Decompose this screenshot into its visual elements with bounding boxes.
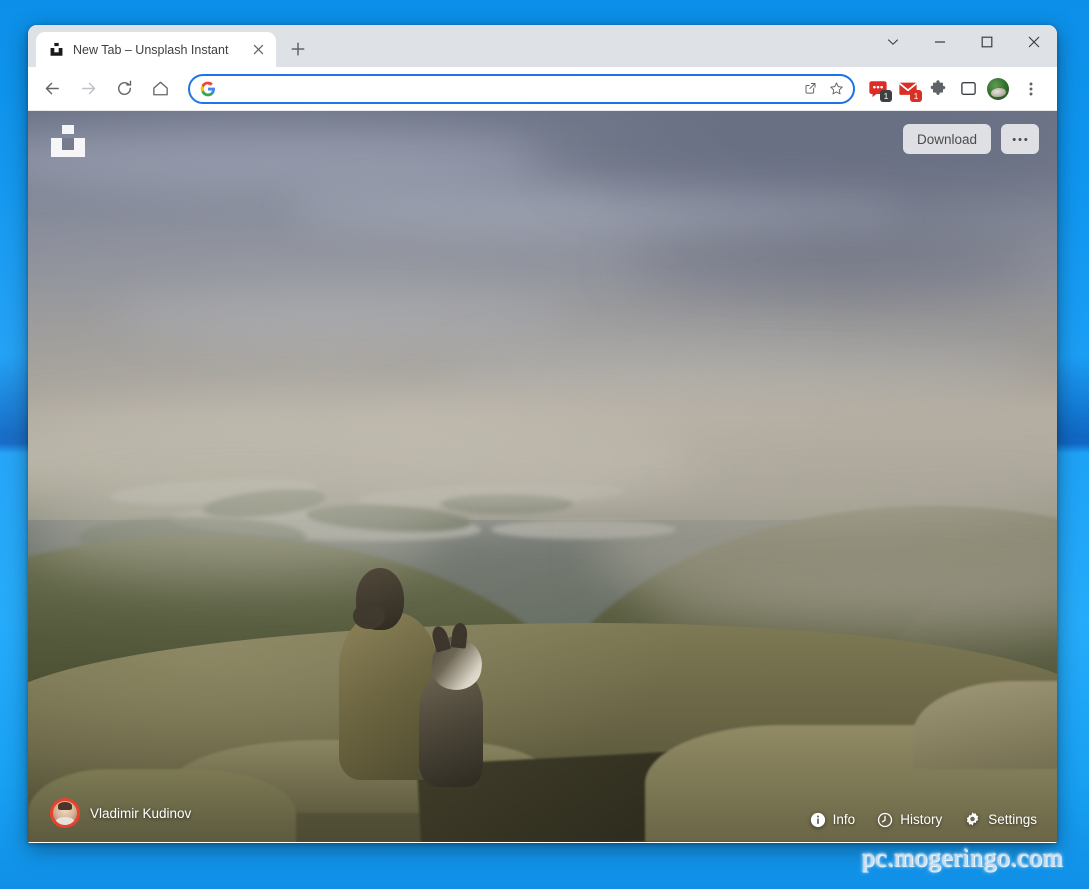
history-label: History (900, 812, 943, 827)
history-button[interactable]: History (877, 812, 942, 828)
profile-avatar[interactable] (984, 75, 1012, 103)
history-clock-icon (877, 812, 893, 828)
background-photo (28, 111, 1057, 842)
gmail-extension-badge: 1 (910, 89, 922, 102)
gmail-extension-icon[interactable]: 1 (894, 75, 922, 103)
maximize-button[interactable] (963, 25, 1010, 58)
photo-actions: Download (902, 124, 1039, 154)
forward-button[interactable] (72, 73, 104, 105)
tab-title: New Tab – Unsplash Instant (73, 42, 229, 57)
settings-label: Settings (988, 812, 1037, 827)
info-icon (810, 812, 826, 828)
back-button[interactable] (36, 73, 68, 105)
minimize-button[interactable] (916, 25, 963, 58)
download-button[interactable]: Download (902, 124, 991, 154)
chat-extension-icon[interactable]: 1 (864, 75, 892, 103)
reload-button[interactable] (108, 73, 140, 105)
tab-search-button[interactable] (869, 25, 916, 58)
tab-close-icon[interactable] (249, 41, 267, 59)
share-icon[interactable] (797, 76, 823, 102)
more-options-button[interactable] (1001, 124, 1039, 154)
desktop-background: pc.mogeringo.com New Tab – Unsplash Inst… (0, 0, 1089, 889)
photographer-credit[interactable]: Vladimir Kudinov (50, 798, 191, 828)
unsplash-instant-page: Download Vladimir Kudinov Info History S… (28, 111, 1057, 842)
bookmark-star-icon[interactable] (823, 76, 849, 102)
chrome-menu-button[interactable] (1015, 73, 1047, 105)
photographer-avatar (50, 798, 80, 828)
chat-extension-badge: 1 (880, 89, 892, 102)
chrome-browser-window: New Tab – Unsplash Instant 1 1 Download … (28, 25, 1057, 843)
photographer-name: Vladimir Kudinov (90, 805, 192, 821)
browser-tab[interactable]: New Tab – Unsplash Instant (36, 32, 276, 67)
settings-button[interactable]: Settings (964, 811, 1037, 828)
window-controls (869, 25, 1057, 58)
page-footer-actions: Info History Settings (810, 811, 1037, 828)
info-button[interactable]: Info (810, 812, 856, 828)
google-g-icon (200, 81, 216, 97)
unsplash-logo[interactable] (48, 123, 88, 159)
unsplash-favicon (48, 42, 64, 58)
info-label: Info (832, 812, 856, 827)
side-panel-icon[interactable] (954, 75, 982, 103)
tab-strip: New Tab – Unsplash Instant (28, 25, 1057, 67)
browser-toolbar: 1 1 (28, 67, 1057, 111)
address-bar[interactable] (188, 73, 855, 104)
home-button[interactable] (144, 73, 176, 105)
watermark: pc.mogeringo.com (861, 843, 1063, 872)
url-input[interactable] (216, 76, 797, 102)
extensions-puzzle-icon[interactable] (924, 75, 952, 103)
window-close-button[interactable] (1010, 25, 1057, 58)
new-tab-button[interactable] (284, 35, 312, 63)
gear-icon (964, 811, 981, 828)
